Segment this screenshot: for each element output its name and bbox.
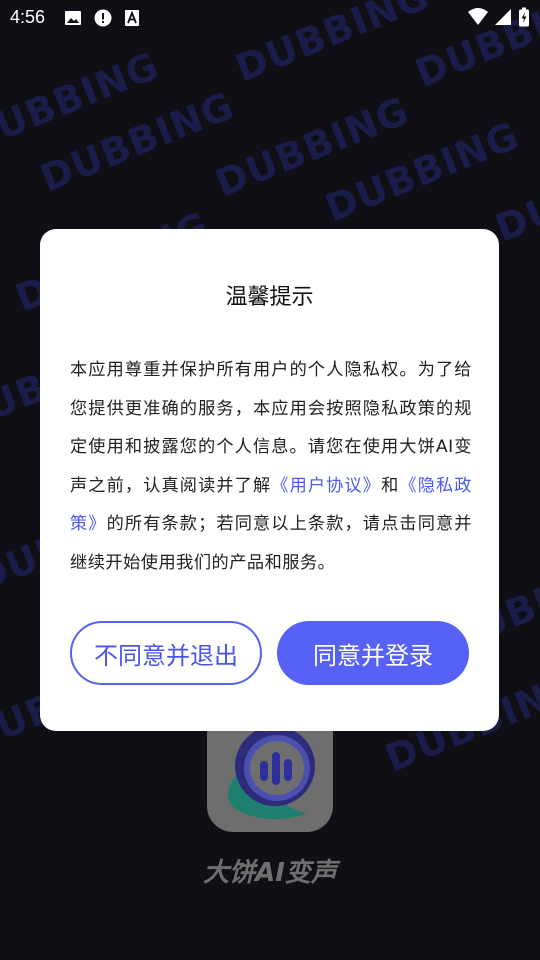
app-name: 大饼AI变声 bbox=[203, 858, 337, 888]
dialog-body: 本应用尊重并保护所有用户的个人隐私权。为了给您提供更准确的服务，本应用会按照隐私… bbox=[70, 351, 472, 582]
wifi-icon bbox=[468, 8, 488, 25]
body-text-end: 的所有条款；若同意以上条款，请点击同意并继续开始使用我们的产品和服务。 bbox=[70, 514, 472, 573]
status-time: 4:56 bbox=[10, 7, 46, 27]
decline-exit-button[interactable]: 不同意并退出 bbox=[70, 621, 262, 685]
status-bar: 4:56 bbox=[0, 0, 540, 36]
signal-icon bbox=[495, 9, 511, 25]
user-agreement-link[interactable]: 《用户协议》 bbox=[271, 476, 381, 496]
alert-icon bbox=[94, 9, 112, 27]
accept-login-button[interactable]: 同意并登录 bbox=[277, 621, 469, 685]
text-a-icon bbox=[125, 10, 139, 26]
image-icon bbox=[65, 11, 81, 25]
notification-icons bbox=[64, 9, 140, 27]
privacy-dialog: 温馨提示 本应用尊重并保护所有用户的个人隐私权。为了给您提供更准确的服务，本应用… bbox=[40, 229, 499, 731]
dialog-title: 温馨提示 bbox=[225, 285, 314, 310]
system-icons bbox=[468, 7, 530, 27]
battery-charging-icon bbox=[519, 7, 529, 27]
body-text-and: 和 bbox=[381, 475, 400, 496]
